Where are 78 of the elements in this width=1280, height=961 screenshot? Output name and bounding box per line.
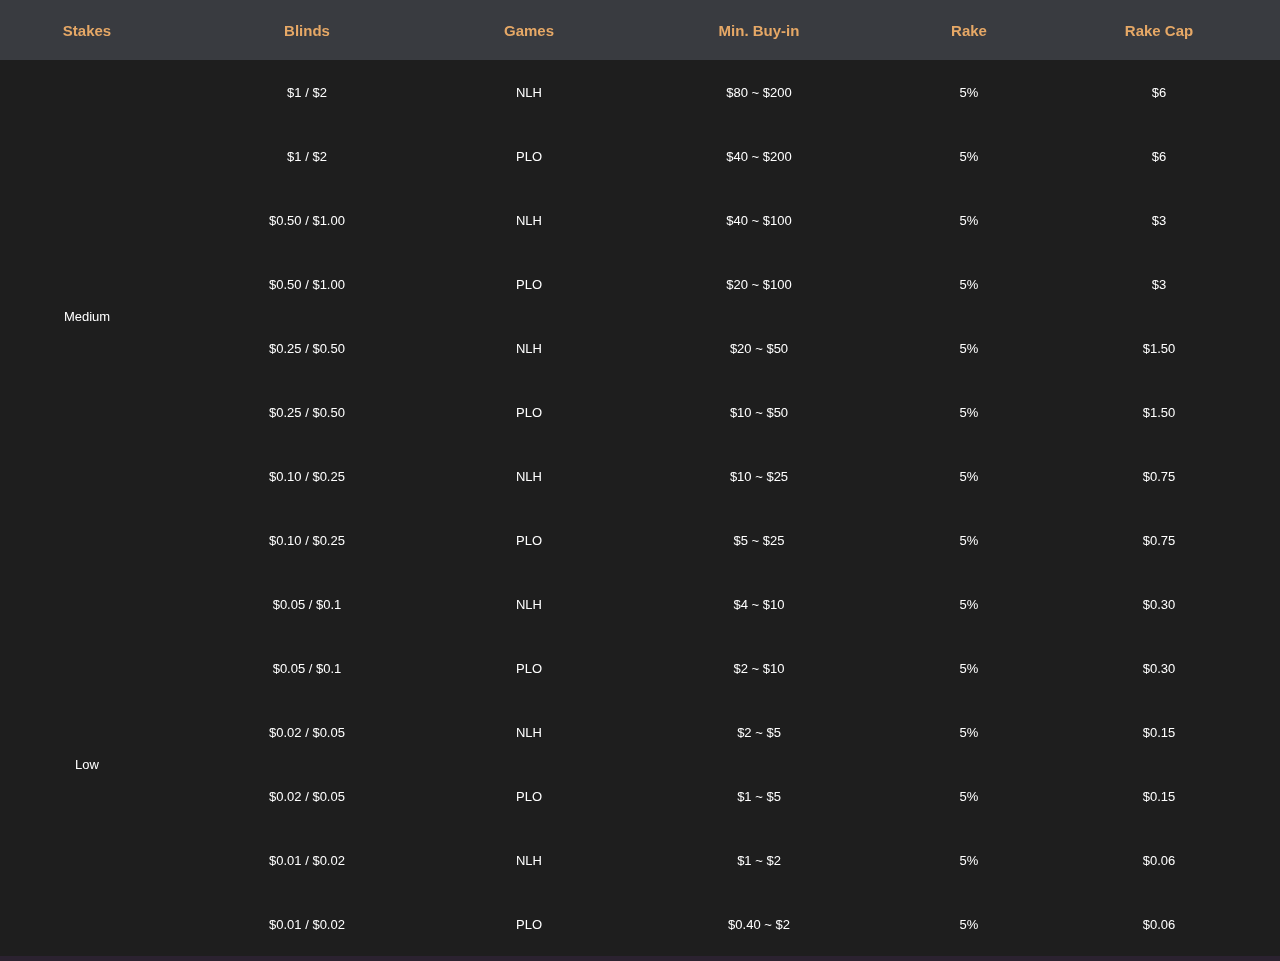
table-cell-text: $0.50 / $1.00 [268, 211, 346, 230]
table-cell-text: $0.01 / $0.02 [268, 915, 346, 934]
table-cell-text: $0.30 [1141, 659, 1177, 678]
column-header: Rake [950, 20, 988, 41]
table-cell-text: $1 ~ $2 [736, 851, 782, 870]
table-cell-text: 5% [958, 467, 980, 486]
table-cell-text: $2 ~ $10 [732, 659, 786, 678]
table-cell-text: Medium [62, 307, 112, 326]
table-cell-text: $10 ~ $25 [728, 467, 790, 486]
table-cell-text: $20 ~ $100 [725, 275, 793, 294]
table-cell-text: $0.50 / $1.00 [268, 275, 346, 294]
table-cell-text: $0.30 [1141, 595, 1177, 614]
table-cell-text: $0.02 / $0.05 [268, 787, 346, 806]
table-cell-text: NLH [515, 211, 543, 230]
table-cell-text: $0.06 [1141, 851, 1177, 870]
table-cell-text: Low [74, 755, 100, 774]
table-cell-text: 5% [958, 851, 980, 870]
table-cell-text: 5% [958, 275, 980, 294]
table-cell-text: PLO [515, 147, 543, 166]
table-cell-text: NLH [515, 83, 543, 102]
table-cell-text: $1.50 [1141, 339, 1177, 358]
table-cell-text: 5% [958, 787, 980, 806]
table-cell-text: NLH [515, 339, 543, 358]
column-header: Stakes [61, 20, 113, 41]
table-cell-text: 5% [958, 147, 980, 166]
table-cell-text: $4 ~ $10 [732, 595, 786, 614]
column-header: Games [502, 20, 555, 41]
table-cell-text: PLO [515, 403, 543, 422]
table-cell-text: NLH [515, 851, 543, 870]
table-cell-text: $6 [1150, 147, 1168, 166]
table-cell-text: PLO [515, 531, 543, 550]
table-cell-text: $1.50 [1141, 403, 1177, 422]
table-cell-text: PLO [515, 659, 543, 678]
table-cell-text: $0.25 / $0.50 [268, 403, 346, 422]
table-cell-text: $0.75 [1141, 531, 1177, 550]
table-cell-text: 5% [958, 595, 980, 614]
table-cell-text: 5% [958, 531, 980, 550]
table-cell-text: $1 / $2 [286, 83, 328, 102]
table-cell-text: $40 ~ $200 [725, 147, 793, 166]
table-cell-text: $0.05 / $0.1 [271, 595, 343, 614]
table-cell-text: $40 ~ $100 [725, 211, 793, 230]
table-cell-text: 5% [958, 915, 980, 934]
table-cell-text: $0.40 ~ $2 [727, 915, 791, 934]
table-cell-text: PLO [515, 915, 543, 934]
table-cell-text: NLH [515, 723, 543, 742]
table-cell-text: $0.25 / $0.50 [268, 339, 346, 358]
table-cell-text: $0.01 / $0.02 [268, 851, 346, 870]
table-cell-text: $3 [1150, 211, 1168, 230]
table-cell-text: $20 ~ $50 [728, 339, 790, 358]
table-cell-text: $0.06 [1141, 915, 1177, 934]
column-header: Min. Buy-in [717, 20, 801, 41]
table-cell-text: $6 [1150, 83, 1168, 102]
table-cell-text: $1 ~ $5 [736, 787, 782, 806]
table-cell-text: 5% [958, 339, 980, 358]
table-cell-text: 5% [958, 403, 980, 422]
table-cell-text: $10 ~ $50 [728, 403, 790, 422]
table-cell-text: $5 ~ $25 [732, 531, 786, 550]
table-cell-text: 5% [958, 659, 980, 678]
table-cell-text: NLH [515, 467, 543, 486]
table-cell-text: PLO [515, 275, 543, 294]
table-cell-text: PLO [515, 787, 543, 806]
table-cell-text: $80 ~ $200 [725, 83, 793, 102]
table-cell-text: $3 [1150, 275, 1168, 294]
table-cell-text: $0.02 / $0.05 [268, 723, 346, 742]
table-cell-text: $0.05 / $0.1 [271, 659, 343, 678]
table-cell-text: 5% [958, 723, 980, 742]
table-cell-text: $0.15 [1141, 787, 1177, 806]
column-header: Blinds [283, 20, 331, 41]
table-cell-text: $0.15 [1141, 723, 1177, 742]
column-header: Rake Cap [1123, 20, 1195, 41]
table-cell-text: $0.10 / $0.25 [268, 531, 346, 550]
table-cell-text: NLH [515, 595, 543, 614]
table-cell-text: 5% [958, 83, 980, 102]
table-cell-text: $2 ~ $5 [736, 723, 782, 742]
table-cell-text: $1 / $2 [286, 147, 328, 166]
table-cell-text: 5% [958, 211, 980, 230]
table-cell-text: $0.10 / $0.25 [268, 467, 346, 486]
table-cell-text: $0.75 [1141, 467, 1177, 486]
